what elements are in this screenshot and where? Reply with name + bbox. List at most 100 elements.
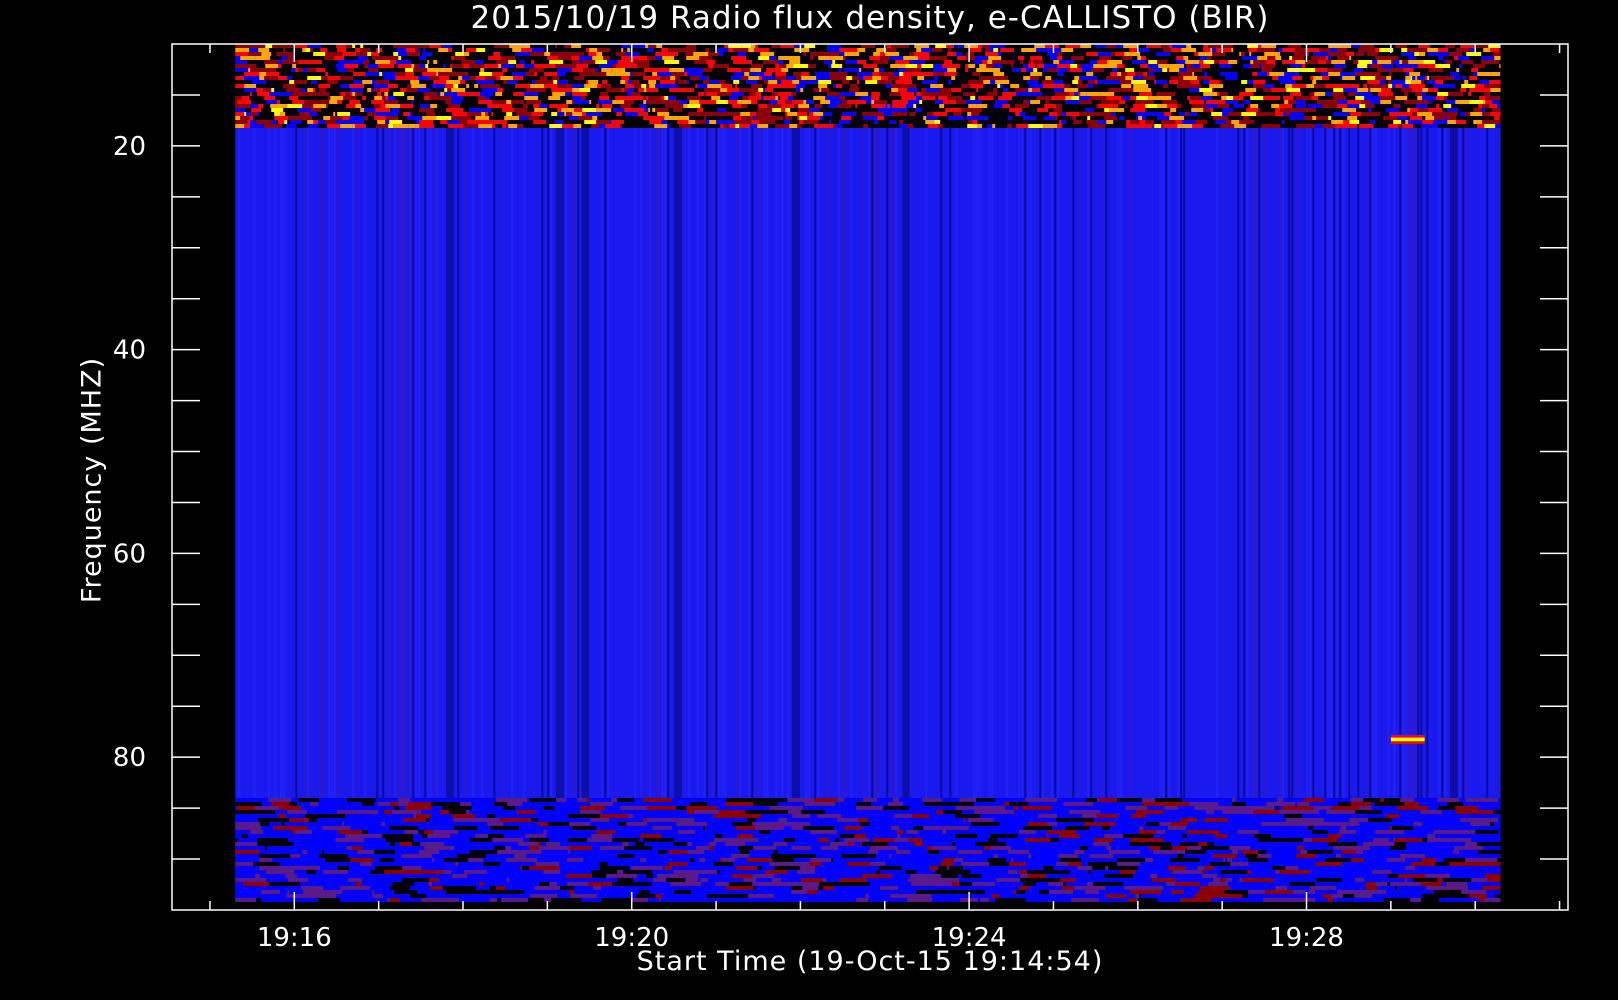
heatmap-cell bbox=[1117, 853, 1149, 858]
heatmap-cell bbox=[286, 813, 292, 818]
heatmap-cell bbox=[1031, 60, 1034, 64]
heatmap-cell bbox=[1351, 857, 1360, 862]
heatmap-cell bbox=[1006, 857, 1012, 862]
heatmap-cell bbox=[1149, 845, 1161, 850]
heatmap-cell bbox=[1324, 865, 1340, 870]
heatmap-cell bbox=[914, 861, 938, 866]
heatmap-cell bbox=[1272, 68, 1288, 72]
heatmap-cell bbox=[380, 64, 395, 68]
heatmap-cell bbox=[1074, 92, 1079, 96]
heatmap-cell bbox=[778, 801, 805, 806]
heatmap-cell bbox=[326, 64, 337, 68]
heatmap-cell bbox=[591, 833, 613, 838]
heatmap-cell bbox=[1412, 88, 1423, 92]
heatmap-column bbox=[976, 44, 979, 900]
heatmap-cell bbox=[587, 92, 601, 96]
heatmap-cell bbox=[769, 861, 790, 866]
heatmap-cell bbox=[679, 100, 688, 104]
heatmap-cell bbox=[891, 84, 906, 88]
heatmap-cell bbox=[1203, 825, 1218, 830]
heatmap-cell bbox=[1109, 108, 1125, 112]
heatmap-cell bbox=[308, 877, 316, 882]
heatmap-cell bbox=[741, 104, 748, 108]
heatmap-cell bbox=[711, 797, 727, 802]
heatmap-cell bbox=[769, 100, 778, 104]
heatmap-cell bbox=[547, 104, 550, 108]
heatmap-cell bbox=[440, 92, 445, 96]
heatmap-cell bbox=[1057, 56, 1063, 60]
heatmap-cell bbox=[637, 68, 645, 72]
heatmap-cell bbox=[703, 80, 710, 84]
heatmap-cell bbox=[829, 837, 836, 842]
heatmap-cell bbox=[915, 108, 923, 112]
heatmap-cell bbox=[723, 837, 732, 842]
heatmap-cell bbox=[1235, 853, 1238, 858]
heatmap-cell bbox=[665, 825, 673, 830]
heatmap-cell bbox=[544, 841, 547, 846]
heatmap-column bbox=[463, 44, 466, 900]
heatmap-cell bbox=[725, 801, 754, 806]
heatmap-cell bbox=[889, 853, 892, 858]
heatmap-cell bbox=[679, 60, 695, 64]
heatmap-cell bbox=[870, 861, 886, 866]
heatmap-cell bbox=[1356, 108, 1359, 112]
heatmap-cell bbox=[1324, 797, 1351, 802]
heatmap-cell bbox=[407, 84, 412, 88]
heatmap-cell bbox=[975, 841, 1007, 846]
heatmap-cell bbox=[574, 100, 590, 104]
heatmap-cell bbox=[313, 52, 316, 56]
heatmap-cell bbox=[801, 76, 817, 80]
heatmap-cell bbox=[602, 104, 613, 108]
heatmap-cell bbox=[820, 100, 831, 104]
heatmap-cell bbox=[364, 116, 369, 120]
heatmap-cell bbox=[733, 48, 749, 52]
heatmap-cell bbox=[961, 112, 968, 116]
heatmap-cell bbox=[1041, 116, 1045, 120]
heatmap-cell bbox=[951, 76, 956, 80]
heatmap-cell bbox=[1301, 108, 1317, 112]
heatmap-cell bbox=[861, 56, 870, 60]
heatmap-cell bbox=[1152, 92, 1157, 96]
heatmap-cell bbox=[676, 96, 684, 100]
heatmap-cell bbox=[1081, 857, 1090, 862]
heatmap-cell bbox=[1135, 869, 1140, 874]
heatmap-cell bbox=[451, 116, 458, 120]
heatmap-cell bbox=[639, 80, 649, 84]
heatmap-cell bbox=[1374, 104, 1388, 108]
heatmap-cell bbox=[976, 68, 990, 72]
heatmap-cell bbox=[1163, 809, 1170, 814]
heatmap-cell bbox=[1448, 48, 1457, 52]
heatmap-cell bbox=[1263, 100, 1271, 104]
heatmap-cell bbox=[1187, 829, 1204, 834]
heatmap-cell bbox=[412, 841, 421, 846]
heatmap-cell bbox=[638, 88, 645, 92]
heatmap-cell bbox=[1127, 104, 1134, 108]
heatmap-cell bbox=[894, 837, 909, 842]
heatmap-cell bbox=[925, 120, 935, 124]
heatmap-cell bbox=[1008, 869, 1018, 874]
heatmap-cell bbox=[547, 108, 558, 112]
heatmap-cell bbox=[797, 112, 808, 116]
heatmap-cell bbox=[1055, 68, 1059, 72]
heatmap-cell bbox=[1420, 809, 1443, 814]
heatmap-cell bbox=[1045, 861, 1057, 866]
heatmap-cell bbox=[810, 825, 835, 830]
heatmap-cell bbox=[664, 84, 679, 88]
heatmap-cell bbox=[444, 853, 456, 858]
heatmap-cell bbox=[994, 853, 999, 858]
heatmap-cell bbox=[297, 120, 302, 124]
heatmap-cell bbox=[245, 108, 252, 112]
heatmap-cell bbox=[473, 64, 485, 68]
heatmap-cell bbox=[1120, 80, 1132, 84]
heatmap-cell bbox=[596, 108, 612, 112]
heatmap-cell bbox=[573, 124, 582, 128]
heatmap-cell bbox=[931, 108, 946, 112]
heatmap-cell bbox=[383, 56, 399, 60]
heatmap-cell bbox=[1110, 825, 1140, 830]
heatmap-cell bbox=[1076, 877, 1080, 882]
heatmap-cell bbox=[787, 120, 791, 124]
heatmap-cell bbox=[666, 877, 686, 882]
heatmap-cell bbox=[702, 104, 718, 108]
heatmap-cell bbox=[1355, 877, 1365, 882]
heatmap-cell bbox=[529, 797, 557, 802]
